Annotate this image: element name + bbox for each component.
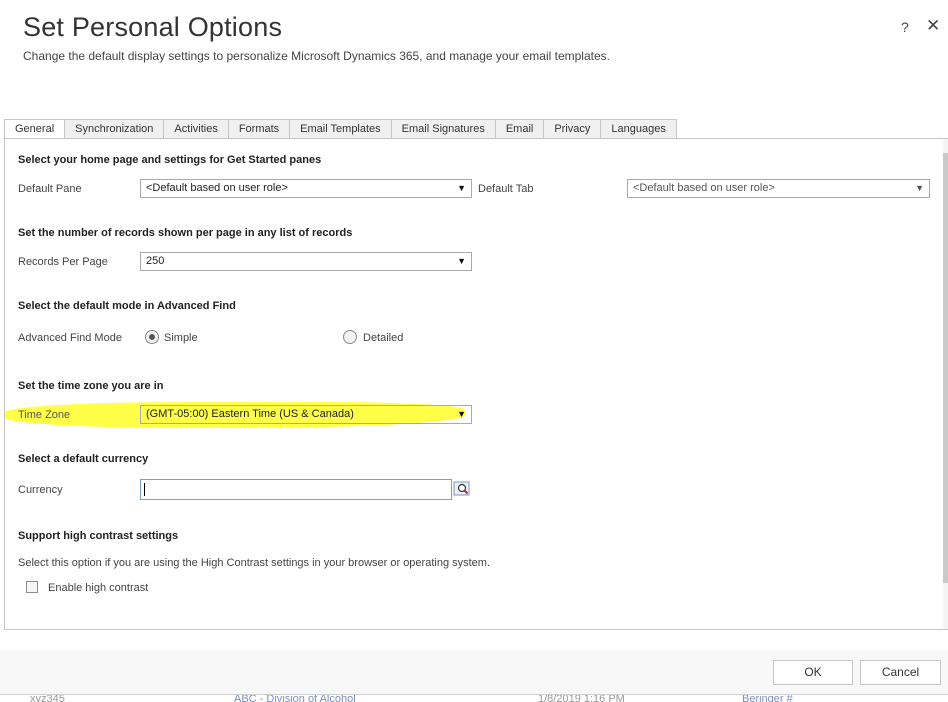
default-pane-label: Default Pane <box>18 183 82 195</box>
background-cell: xyz345 <box>30 694 65 702</box>
tab-general[interactable]: General <box>4 119 66 139</box>
ok-button[interactable]: OK <box>773 660 853 685</box>
records-per-page-value: 250 <box>146 255 165 267</box>
home-section-heading: Select your home page and settings for G… <box>18 154 322 166</box>
tab-privacy[interactable]: Privacy <box>544 119 602 139</box>
close-icon[interactable]: ✕ <box>926 16 940 36</box>
currency-input[interactable] <box>140 479 452 500</box>
contrast-section-heading: Support high contrast settings <box>18 530 179 542</box>
background-cell: 1/8/2019 1:16 PM <box>538 694 625 702</box>
default-tab-label: Default Tab <box>478 183 534 195</box>
records-per-page-label: Records Per Page <box>18 256 108 268</box>
records-section-heading: Set the number of records shown per page… <box>18 227 353 239</box>
tab-formats[interactable]: Formats <box>228 119 291 139</box>
chevron-down-icon: ▼ <box>457 256 466 266</box>
default-pane-value: <Default based on user role> <box>146 182 288 194</box>
enable-high-contrast-label: Enable high contrast <box>48 582 149 594</box>
tab-email-signatures[interactable]: Email Signatures <box>391 119 496 139</box>
set-personal-options-dialog: Set Personal Options Change the default … <box>0 0 948 702</box>
help-icon[interactable]: ? <box>901 19 909 35</box>
detailed-radio[interactable] <box>343 330 357 344</box>
general-tab-panel: Select your home page and settings for G… <box>4 138 948 630</box>
enable-high-contrast-checkbox[interactable] <box>26 581 38 593</box>
find-section-heading: Select the default mode in Advanced Find <box>18 300 236 312</box>
timezone-section-heading: Set the time zone you are in <box>18 380 164 392</box>
cancel-button[interactable]: Cancel <box>860 660 941 685</box>
chevron-down-icon: ▼ <box>457 183 466 193</box>
text-caret <box>144 483 145 496</box>
scrollbar-track[interactable] <box>943 139 948 629</box>
chevron-down-icon: ▼ <box>915 183 924 193</box>
tab-email-templates[interactable]: Email Templates <box>290 119 392 139</box>
dialog-title: Set Personal Options <box>23 12 283 42</box>
chevron-down-icon: ▼ <box>457 409 466 419</box>
background-cell-link: Beringer # <box>742 694 793 702</box>
tab-synchronization[interactable]: Synchronization <box>65 119 165 139</box>
time-zone-label: Time Zone <box>18 409 71 421</box>
tab-activities[interactable]: Activities <box>164 119 229 139</box>
contrast-description: Select this option if you are using the … <box>18 557 491 569</box>
background-cell-link: ABC - Division of Alcohol <box>234 694 356 702</box>
simple-radio-label: Simple <box>164 332 198 344</box>
default-tab-select[interactable]: <Default based on user role> ▼ <box>627 179 930 198</box>
dialog-subtitle: Change the default display settings to p… <box>23 49 610 63</box>
records-per-page-select[interactable]: 250 ▼ <box>140 252 472 271</box>
advanced-find-mode-label: Advanced Find Mode <box>18 332 122 344</box>
tab-languages[interactable]: Languages <box>601 119 677 139</box>
default-pane-select[interactable]: <Default based on user role> ▼ <box>140 179 472 198</box>
currency-section-heading: Select a default currency <box>18 453 149 465</box>
scrollbar-thumb[interactable] <box>943 153 948 583</box>
background-grid-row: xyz345 ABC - Division of Alcohol 1/8/201… <box>0 694 948 702</box>
time-zone-value: (GMT-05:00) Eastern Time (US & Canada) <box>146 408 354 420</box>
time-zone-select[interactable]: (GMT-05:00) Eastern Time (US & Canada) ▼ <box>140 405 472 424</box>
tab-email[interactable]: Email <box>495 119 545 139</box>
detailed-radio-label: Detailed <box>363 332 404 344</box>
tab-strip: General Synchronization Activities Forma… <box>4 119 677 139</box>
default-tab-value: <Default based on user role> <box>633 182 775 194</box>
simple-radio[interactable] <box>145 330 159 344</box>
lookup-magnifier-icon[interactable] <box>453 480 471 498</box>
currency-label: Currency <box>18 484 63 496</box>
